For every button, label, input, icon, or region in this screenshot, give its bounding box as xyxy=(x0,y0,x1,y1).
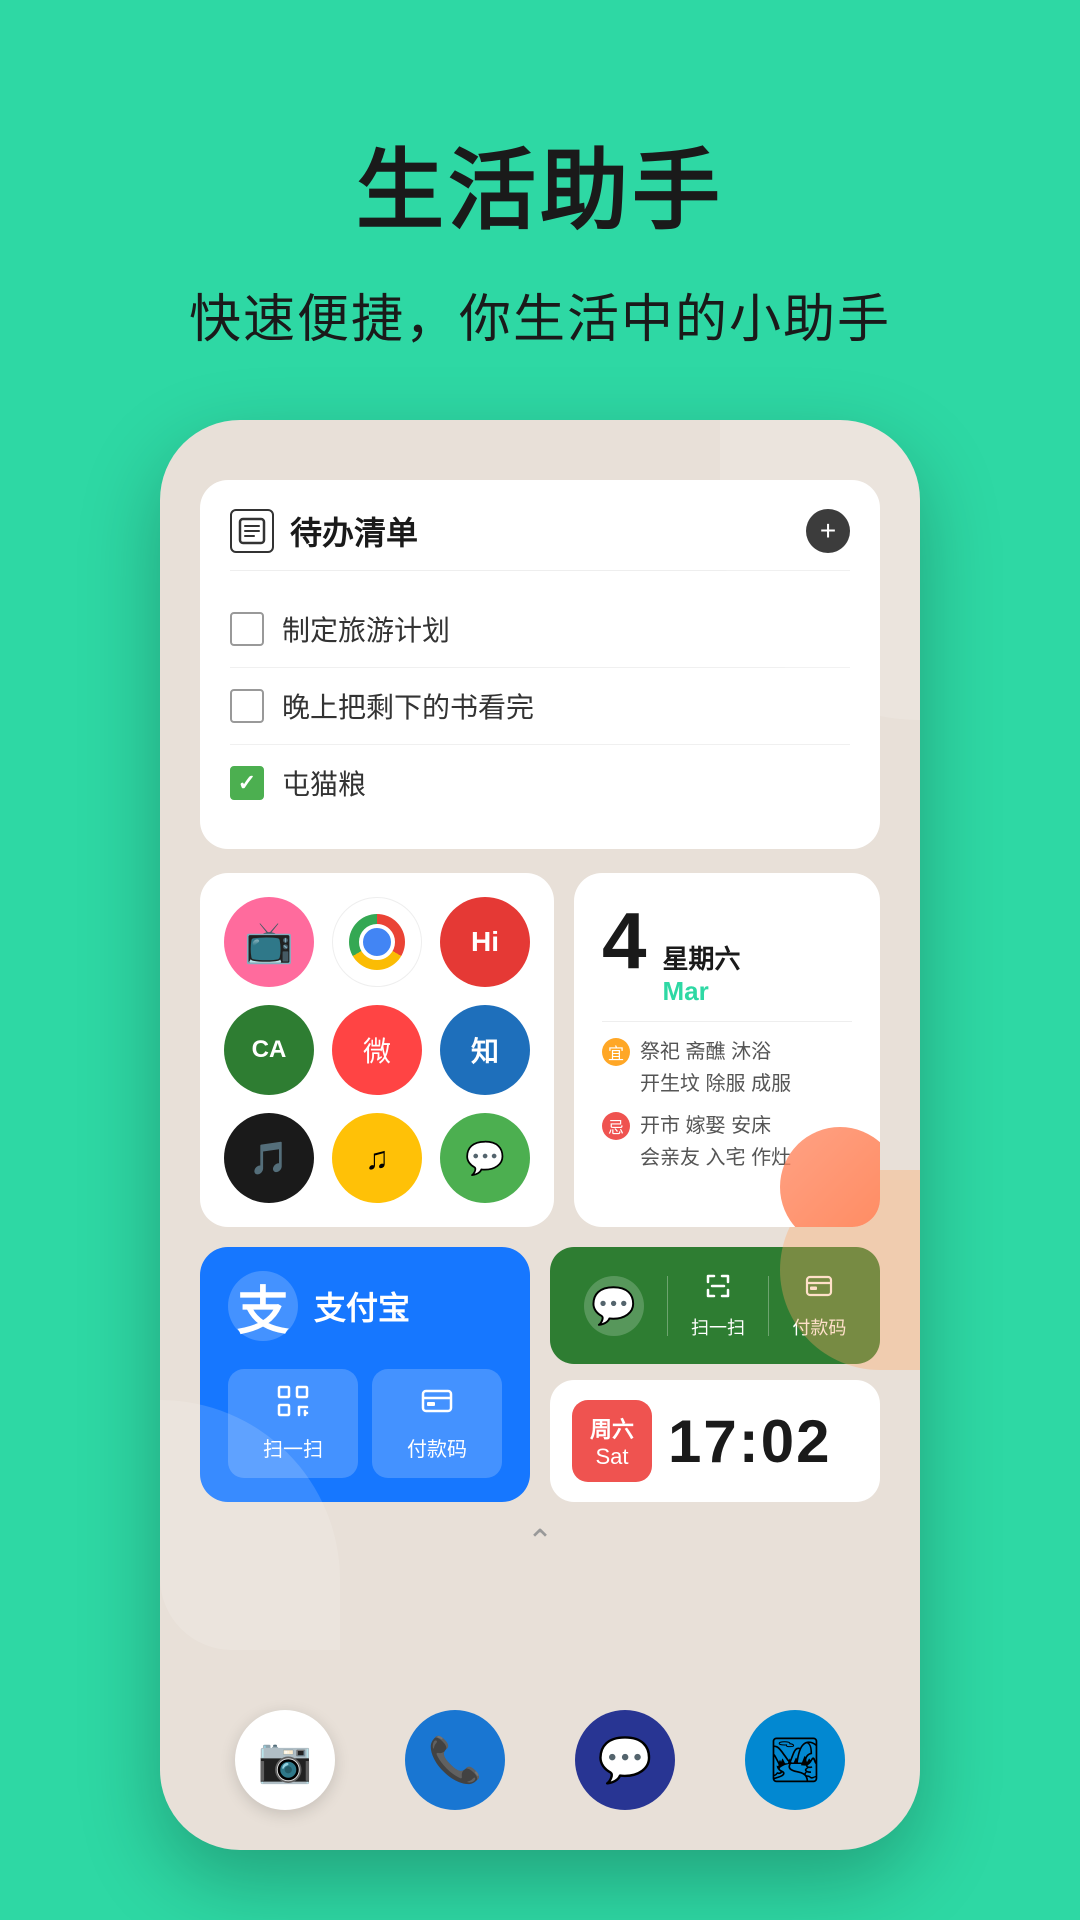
good-badge: 宜 xyxy=(602,1038,630,1066)
phone-mockup: 待办清单 + 制定旅游计划 晚上把剩下的书看完 屯猫粮 📺 xyxy=(160,420,920,1850)
wechat-scan-label: 扫一扫 xyxy=(691,1314,745,1340)
dock-message-button[interactable]: 💬 xyxy=(575,1710,675,1810)
dock-gallery-button[interactable]: 🏞 xyxy=(745,1710,845,1810)
dock-camera-button[interactable]: 📷 xyxy=(235,1710,335,1810)
calendar-weekday: 星期六 xyxy=(663,939,741,976)
app-icon-music[interactable]: ♫ xyxy=(332,1113,422,1203)
app-icon-ca[interactable]: CA xyxy=(224,1005,314,1095)
widget-row-1: 📺 Hi CA 微 知 xyxy=(200,873,880,1227)
page-title: 生活助手 xyxy=(40,120,1040,247)
todo-item-3[interactable]: 屯猫粮 xyxy=(230,745,850,821)
wechat-scan-button[interactable]: 扫一扫 xyxy=(691,1272,745,1340)
alipay-name: 支付宝 xyxy=(314,1283,410,1329)
alipay-header: 支 支付宝 xyxy=(228,1271,502,1341)
wechat-divider2 xyxy=(768,1276,769,1336)
todo-text-3: 屯猫粮 xyxy=(282,763,366,803)
app-icon-wechat[interactable]: 💬 xyxy=(440,1113,530,1203)
bottom-dock: 📷 📞 💬 🏞 xyxy=(200,1710,880,1810)
checkbox-3[interactable] xyxy=(230,766,264,800)
calendar-widget: 4 星期六 Mar 宜 祭祀 斋醮 沐浴开生坟 除服 成服 忌 开市 嫁娶 安床… xyxy=(574,873,880,1227)
wechat-logo: 💬 xyxy=(584,1276,644,1336)
app-icon-tiktok[interactable]: 🎵 xyxy=(224,1113,314,1203)
dock-phone-button[interactable]: 📞 xyxy=(405,1710,505,1810)
page-subtitle: 快速便捷，你生活中的小助手 xyxy=(40,277,1040,352)
alipay-pay-icon xyxy=(421,1385,453,1425)
app-icon-weibo[interactable]: 微 xyxy=(332,1005,422,1095)
app-icon-zhihu[interactable]: 知 xyxy=(440,1005,530,1095)
alipay-char: 支 xyxy=(237,1269,289,1344)
todo-header-left: 待办清单 xyxy=(230,508,418,554)
clock-weekday: 周六 xyxy=(590,1412,634,1444)
widget-row-2: 支 支付宝 xyxy=(200,1247,880,1502)
alipay-pay-label: 付款码 xyxy=(407,1433,467,1462)
clock-widget: 周六 Sat 17:02 xyxy=(550,1380,880,1502)
good-activities-text: 祭祀 斋醮 沐浴开生坟 除服 成服 xyxy=(640,1036,791,1100)
app-icon-hi[interactable]: Hi xyxy=(440,897,530,987)
app-grid-widget: 📺 Hi CA 微 知 xyxy=(200,873,554,1227)
calendar-month: Mar xyxy=(663,976,741,1007)
app-icon-tv[interactable]: 📺 xyxy=(224,897,314,987)
chevron-up-icon[interactable]: ⌃ xyxy=(527,1522,554,1560)
checkbox-2[interactable] xyxy=(230,689,264,723)
clock-time: 17:02 xyxy=(668,1407,831,1476)
checkbox-1[interactable] xyxy=(230,612,264,646)
wechat-divider xyxy=(667,1276,668,1336)
alipay-pay-button[interactable]: 付款码 xyxy=(372,1369,502,1478)
alipay-logo: 支 xyxy=(228,1271,298,1341)
todo-text-1: 制定旅游计划 xyxy=(282,609,450,649)
todo-item-2[interactable]: 晚上把剩下的书看完 xyxy=(230,668,850,745)
todo-text-2: 晚上把剩下的书看完 xyxy=(282,686,534,726)
todo-list-icon xyxy=(230,509,274,553)
calendar-day: 4 xyxy=(602,901,647,981)
wechat-scan-icon xyxy=(704,1272,732,1308)
bad-badge: 忌 xyxy=(602,1112,630,1140)
app-grid: 📺 Hi CA 微 知 xyxy=(224,897,530,1203)
clock-dayname: Sat xyxy=(590,1444,634,1470)
calendar-divider xyxy=(602,1021,852,1022)
alipay-scan-icon xyxy=(277,1385,309,1425)
header: 生活助手 快速便捷，你生活中的小助手 xyxy=(0,0,1080,412)
good-activities: 宜 祭祀 斋醮 沐浴开生坟 除服 成服 xyxy=(602,1036,852,1100)
app-icon-chrome[interactable] xyxy=(332,897,422,987)
clock-day-badge: 周六 Sat xyxy=(572,1400,652,1482)
todo-title: 待办清单 xyxy=(290,508,418,554)
bad-activities-text: 开市 嫁娶 安床会亲友 入宅 作灶 xyxy=(640,1110,791,1174)
